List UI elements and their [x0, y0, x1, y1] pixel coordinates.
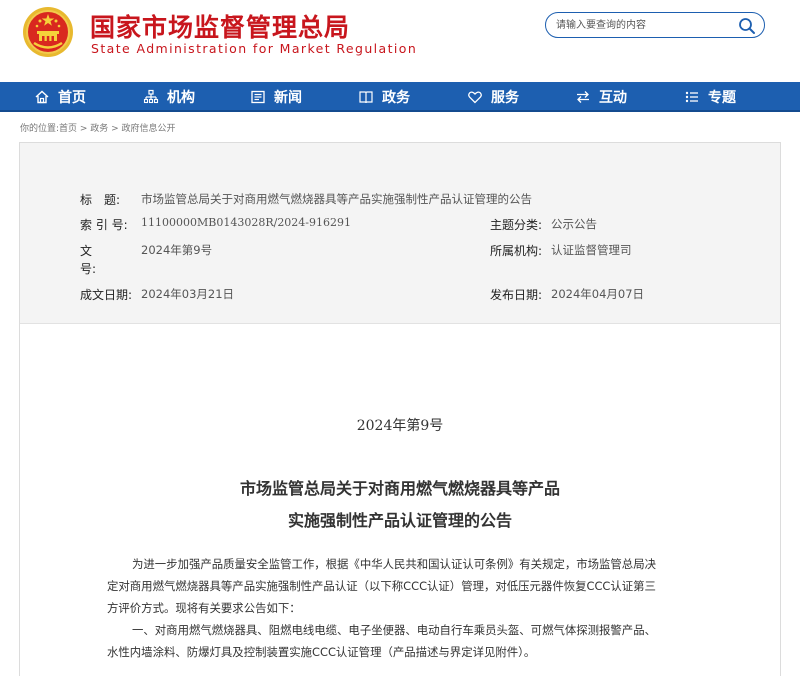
category-value: 公示公告	[551, 217, 597, 231]
paragraph-line: 方评价方式。现将有关要求公告如下：	[107, 601, 301, 615]
published-date-label: 发布日期:	[490, 288, 543, 302]
org-value: 认证监督管理司	[551, 243, 632, 257]
doc-number-value: 2024年第9号	[141, 243, 213, 257]
article-container: 标 题: 市场监管总局关于对商用燃气燃烧器具等产品实施强制性产品认证管理的公告 …	[19, 142, 781, 676]
nav-label-topics: 专题	[708, 90, 736, 106]
nav-item-topics[interactable]: 专题	[684, 82, 736, 112]
search-box	[545, 12, 765, 38]
nav-label-organization: 机构	[167, 90, 195, 106]
org-label: 所属机构:	[490, 244, 543, 258]
paragraph-line: 为进一步加强产品质量安全监管工作，根据《中华人民共和国认证认可条例》有关规定，市…	[132, 557, 656, 571]
national-emblem-icon[interactable]	[22, 6, 74, 58]
site-subtitle: State Administration for Market Regulati…	[91, 41, 418, 56]
nav-item-news[interactable]: 新闻	[250, 82, 302, 112]
search-input[interactable]	[556, 17, 731, 34]
paragraph-line: 定对商用燃气燃烧器具等产品实施强制性产品认证（以下称CCC认证）管理，对低压元器…	[107, 579, 656, 593]
exchange-icon	[577, 91, 589, 103]
nav-label-interaction: 互动	[599, 90, 627, 106]
nav-item-home[interactable]: 首页	[34, 82, 86, 112]
index-value: 11100000MB0143028R/2024-916291	[141, 216, 352, 229]
site-title[interactable]: 国家市场监督管理总局	[90, 8, 350, 44]
nav-label-news: 新闻	[274, 90, 302, 106]
org-chart-icon	[143, 89, 159, 104]
document-number: 2024年第9号	[356, 418, 444, 434]
document-title-line2: 实施强制性产品认证管理的公告	[287, 511, 512, 530]
doc-number-label-2: 号:	[80, 262, 97, 276]
title-value: 市场监管总局关于对商用燃气燃烧器具等产品实施强制性产品认证管理的公告	[141, 192, 532, 206]
written-date-value: 2024年03月21日	[141, 287, 235, 301]
home-icon	[35, 90, 49, 104]
category-label: 主题分类:	[490, 218, 543, 232]
nav-item-services[interactable]: 服务	[467, 82, 519, 112]
list-icon	[685, 91, 698, 103]
metadata-panel: 标 题: 市场监管总局关于对商用燃气燃烧器具等产品实施强制性产品认证管理的公告 …	[20, 143, 780, 324]
document-title-line1: 市场监管总局关于对商用燃气燃烧器具等产品	[239, 479, 560, 498]
published-date-value: 2024年04月07日	[551, 287, 645, 301]
title-label: 标 题:	[80, 193, 121, 207]
news-icon	[251, 90, 265, 104]
nav-label-government-affairs: 政务	[382, 90, 410, 106]
paragraph-line: 水性内墙涂料、防爆灯具及控制装置实施CCC认证管理（产品描述与界定详见附件）。	[107, 645, 536, 659]
nav-item-government-affairs[interactable]: 政务	[358, 82, 410, 112]
nav-label-home: 首页	[58, 90, 86, 106]
doc-number-label: 文	[80, 244, 93, 258]
site-header: 国家市场监督管理总局 State Administration for Mark…	[0, 0, 800, 82]
index-label: 索 引 号:	[80, 218, 128, 232]
nav-item-interaction[interactable]: 互动	[575, 82, 627, 112]
heart-icon	[468, 91, 482, 104]
main-nav: 首页 机构 新闻 政务 服务 互动 专题	[0, 82, 800, 112]
nav-label-services: 服务	[491, 90, 519, 106]
book-icon	[359, 91, 373, 104]
search-icon[interactable]	[738, 17, 756, 35]
nav-item-organization[interactable]: 机构	[143, 82, 195, 112]
written-date-label: 成文日期:	[80, 288, 133, 302]
breadcrumb[interactable]: 你的位置:首页 > 政务 > 政府信息公开	[20, 121, 176, 134]
paragraph-line: 一、对商用燃气燃烧器具、阻燃电线电缆、电子坐便器、电动自行车乘员头盔、可燃气体探…	[132, 623, 656, 637]
